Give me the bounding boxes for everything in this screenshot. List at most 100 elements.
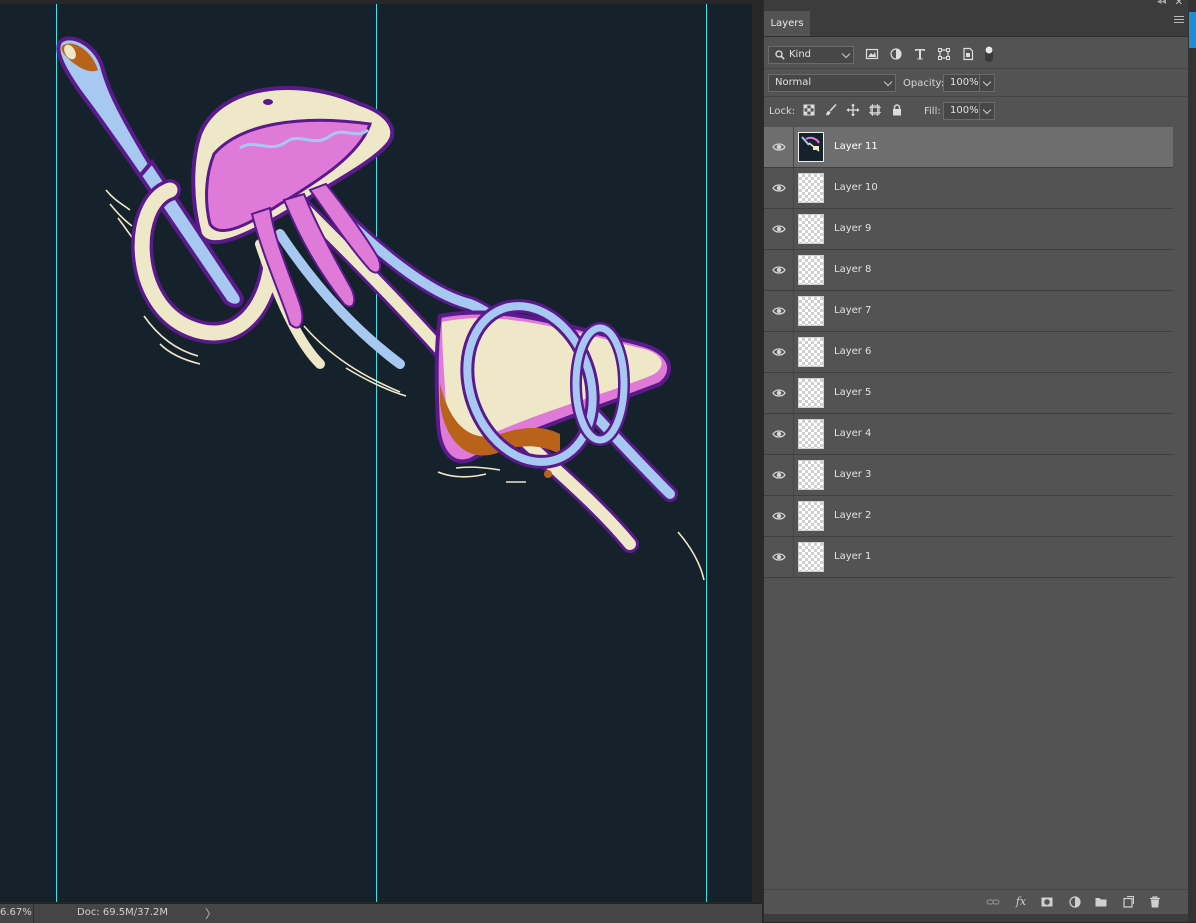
pixel-filter-icon[interactable]	[865, 47, 879, 61]
layer-row[interactable]: Layer 11	[764, 127, 1173, 168]
add-mask-icon[interactable]	[1040, 895, 1054, 909]
layer-name[interactable]: Layer 4	[834, 428, 871, 439]
layer-row[interactable]: Layer 5	[764, 373, 1173, 414]
divider	[793, 414, 794, 454]
smart-object-filter-icon[interactable]	[961, 47, 975, 61]
link-layers-icon[interactable]	[986, 895, 1000, 909]
lock-all-icon[interactable]	[890, 103, 904, 117]
filter-kind-label: Kind	[789, 49, 812, 60]
layer-row[interactable]: Layer 10	[764, 168, 1173, 209]
visibility-eye-icon[interactable]	[772, 428, 786, 440]
layer-thumbnail[interactable]	[798, 337, 824, 367]
layer-thumbnail[interactable]	[798, 378, 824, 408]
visibility-eye-icon[interactable]	[772, 346, 786, 358]
visibility-eye-icon[interactable]	[772, 264, 786, 276]
status-bar: 6.67% Doc: 69.5M/37.2M 〉	[0, 903, 762, 923]
filter-kind-dropdown[interactable]: Kind	[768, 46, 854, 64]
panel-resize-grip[interactable]	[764, 914, 1188, 922]
layer-name[interactable]: Layer 1	[834, 551, 871, 562]
layer-name[interactable]: Layer 2	[834, 510, 871, 521]
shape-filter-icon[interactable]	[937, 47, 951, 61]
layers-panel: ◂◂ ✕ Layers Kind Normal Opacity: 100% Lo…	[763, 0, 1188, 922]
divider	[793, 537, 794, 577]
layer-thumbnail[interactable]	[798, 255, 824, 285]
divider	[793, 496, 794, 536]
status-menu-arrow[interactable]: 〉	[205, 905, 217, 922]
canvas-area[interactable]: 6.67% Doc: 69.5M/37.2M 〉	[0, 0, 762, 923]
divider	[793, 127, 794, 167]
layer-row[interactable]: Layer 2	[764, 496, 1173, 537]
layer-name[interactable]: Layer 6	[834, 346, 871, 357]
layer-name[interactable]: Layer 8	[834, 264, 871, 275]
fill-value: 100%	[950, 105, 979, 116]
close-panel-icon[interactable]: ✕	[1175, 0, 1183, 8]
new-layer-icon[interactable]	[1121, 895, 1135, 909]
tab-layers[interactable]: Layers	[764, 11, 810, 36]
layer-row[interactable]: Layer 3	[764, 455, 1173, 496]
layers-panel-footer: fx	[764, 889, 1188, 914]
layer-row[interactable]: Layer 7	[764, 291, 1173, 332]
layer-thumbnail[interactable]	[798, 419, 824, 449]
fill-label: Fill:	[924, 106, 941, 117]
layer-row[interactable]: Layer 6	[764, 332, 1173, 373]
panel-menu-icon[interactable]	[1174, 16, 1184, 25]
layer-thumbnail[interactable]	[798, 542, 824, 572]
layers-list: Layer 11 Layer 10 Layer 9 Layer 8 Layer 7 Lay…	[764, 127, 1173, 578]
visibility-eye-icon[interactable]	[772, 141, 786, 153]
lock-position-icon[interactable]	[846, 103, 860, 117]
adjustment-filter-icon[interactable]	[889, 47, 903, 61]
panel-scrollbar[interactable]	[1173, 127, 1188, 887]
layer-thumbnail[interactable]	[798, 132, 824, 162]
layer-row[interactable]: Layer 9	[764, 209, 1173, 250]
type-filter-icon[interactable]	[913, 47, 927, 61]
lock-transparent-pixels-icon[interactable]	[802, 103, 816, 117]
layer-name[interactable]: Layer 3	[834, 469, 871, 480]
layer-name[interactable]: Layer 10	[834, 182, 878, 193]
layer-name[interactable]: Layer 11	[834, 141, 878, 152]
doc-size: Doc: 69.5M/37.2M	[77, 907, 169, 918]
thumbnail-artwork	[801, 136, 820, 152]
divider	[793, 250, 794, 290]
adjustment-layer-icon[interactable]	[1068, 895, 1082, 909]
visibility-eye-icon[interactable]	[772, 305, 786, 317]
visibility-eye-icon[interactable]	[772, 387, 786, 399]
search-icon	[775, 50, 785, 60]
dock-tab[interactable]	[1189, 12, 1196, 48]
blend-mode-row: Normal Opacity: 100%	[764, 70, 1188, 97]
layer-thumbnail[interactable]	[798, 173, 824, 203]
jellyfish-illustration	[56, 36, 705, 581]
delete-layer-icon[interactable]	[1148, 895, 1162, 909]
visibility-eye-icon[interactable]	[772, 469, 786, 481]
fill-field[interactable]: 100%	[943, 102, 995, 120]
visibility-eye-icon[interactable]	[772, 510, 786, 522]
zoom-level[interactable]: 6.67%	[0, 907, 32, 918]
layer-row[interactable]: Layer 1	[764, 537, 1173, 578]
artboard[interactable]	[0, 4, 752, 902]
filter-toggle-icon[interactable]	[984, 45, 994, 63]
lock-row: Lock: Fill: 100%	[764, 98, 1188, 124]
layer-name[interactable]: Layer 5	[834, 387, 871, 398]
lock-artboard-icon[interactable]	[868, 103, 882, 117]
layer-thumbnail[interactable]	[798, 460, 824, 490]
new-group-icon[interactable]	[1094, 895, 1108, 909]
layer-row[interactable]: Layer 8	[764, 250, 1173, 291]
layer-name[interactable]: Layer 7	[834, 305, 871, 316]
opacity-field[interactable]: 100%	[943, 74, 995, 92]
opacity-label: Opacity:	[903, 78, 945, 89]
lock-image-pixels-icon[interactable]	[824, 103, 838, 117]
visibility-eye-icon[interactable]	[772, 223, 786, 235]
layer-row[interactable]: Layer 4	[764, 414, 1173, 455]
collapse-panel-icon[interactable]: ◂◂	[1157, 0, 1166, 7]
layer-name[interactable]: Layer 9	[834, 223, 871, 234]
blend-mode-value: Normal	[775, 77, 812, 88]
layer-thumbnail[interactable]	[798, 501, 824, 531]
layer-thumbnail[interactable]	[798, 296, 824, 326]
layer-filter-row: Kind	[764, 42, 1188, 69]
visibility-eye-icon[interactable]	[772, 551, 786, 563]
layer-style-icon[interactable]: fx	[1014, 895, 1028, 909]
visibility-eye-icon[interactable]	[772, 182, 786, 194]
blend-mode-dropdown[interactable]: Normal	[768, 74, 896, 92]
lock-label: Lock:	[769, 106, 796, 117]
layer-thumbnail[interactable]	[798, 214, 824, 244]
panel-tab-row: Layers	[764, 8, 1188, 37]
